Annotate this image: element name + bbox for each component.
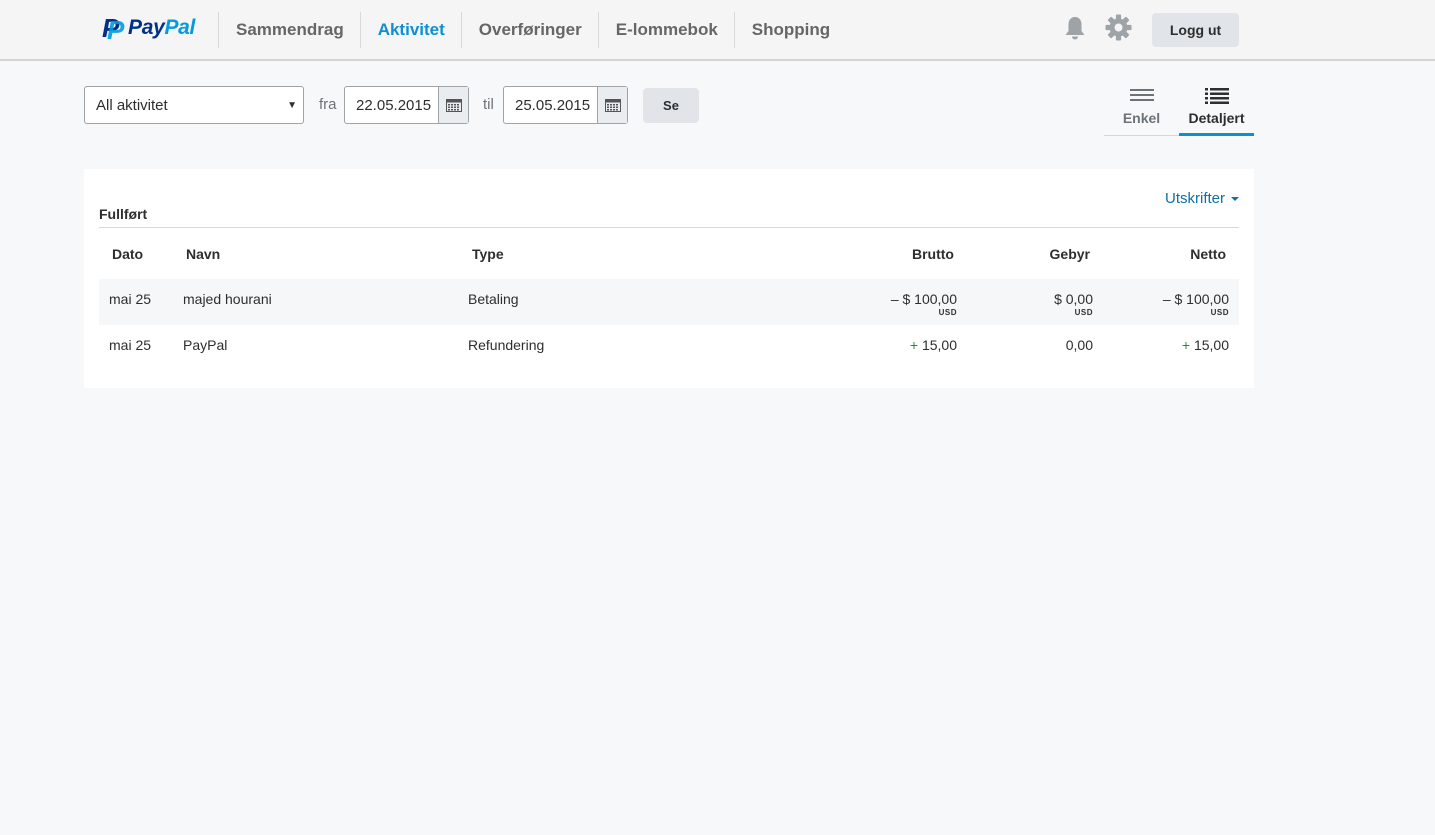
divider (99, 227, 1239, 228)
row-name[interactable]: PayPal (183, 337, 227, 353)
bell-icon[interactable] (1063, 15, 1087, 41)
column-header-date: Dato (112, 246, 144, 262)
tab-detailed-label: Detaljert (1188, 110, 1245, 126)
activity-type-value: All aktivitet (96, 96, 168, 114)
paypal-wordmark: PayPal (128, 16, 196, 39)
list-simple-icon (1130, 88, 1154, 104)
column-header-net: Netto (1190, 246, 1226, 262)
row-name[interactable]: majed hourani (183, 291, 272, 307)
column-header-gross: Brutto (912, 246, 954, 262)
column-header-type: Type (472, 246, 504, 262)
caret-down-icon: ▼ (287, 100, 297, 111)
from-date-value[interactable]: 22.05.2015 (345, 87, 438, 123)
row-net-currency: USD (1210, 308, 1229, 317)
nav-item-sammendrag[interactable]: Sammendrag (218, 12, 360, 48)
to-date-field[interactable]: 25.05.2015 (503, 86, 628, 124)
row-fee: 0,00 (1065, 337, 1093, 353)
from-label: fra (319, 96, 337, 113)
main-nav: Sammendrag Aktivitet Overføringer E-lomm… (218, 12, 846, 48)
tab-simple-view[interactable]: Enkel (1104, 84, 1179, 136)
row-date: mai 25 (109, 337, 152, 353)
row-gross-currency: USD (938, 308, 957, 317)
row-gross: – $ 100,00 USD (890, 291, 957, 317)
activity-type-select[interactable]: All aktivitet ▼ (84, 86, 304, 124)
print-label: Utskrifter (1165, 190, 1225, 207)
row-net: + 15,00 (1181, 337, 1229, 353)
tab-detailed-view[interactable]: Detaljert (1179, 84, 1254, 136)
top-header: P P PayPal Sammendrag Aktivitet Overføri… (0, 0, 1435, 61)
column-header-name: Navn (186, 246, 221, 262)
column-header-fee: Gebyr (1049, 246, 1090, 262)
print-dropdown[interactable]: Utskrifter (1165, 190, 1239, 207)
nav-item-aktivitet[interactable]: Aktivitet (359, 12, 461, 48)
calendar-icon[interactable] (438, 87, 468, 123)
row-fee: $ 0,00 USD (1054, 291, 1093, 317)
to-label: til (483, 96, 494, 113)
activity-card: Utskrifter Fullført Dato Navn Type Brutt… (84, 169, 1254, 388)
caret-down-icon (1231, 196, 1239, 201)
table-row[interactable]: mai 25 majed hourani Betaling – $ 100,00… (99, 279, 1239, 325)
paypal-p-mark-icon: P P (102, 13, 125, 45)
logout-button[interactable]: Logg ut (1152, 13, 1239, 47)
to-date-value[interactable]: 25.05.2015 (504, 87, 597, 123)
row-type: Refundering (468, 337, 545, 353)
paypal-logo[interactable]: P P PayPal (102, 13, 196, 45)
from-date-field[interactable]: 22.05.2015 (344, 86, 469, 124)
calendar-icon[interactable] (597, 87, 627, 123)
table-row[interactable]: mai 25 PayPal Refundering + 15,00 0,00 +… (99, 325, 1239, 371)
nav-item-shopping[interactable]: Shopping (733, 12, 846, 48)
row-net: – $ 100,00 USD (1162, 291, 1229, 317)
list-detailed-icon (1205, 88, 1229, 104)
row-type: Betaling (468, 291, 519, 307)
row-fee-currency: USD (1074, 308, 1093, 317)
nav-item-overforinger[interactable]: Overføringer (460, 12, 598, 48)
row-date: mai 25 (109, 291, 152, 307)
row-gross: + 15,00 (909, 337, 957, 353)
nav-item-e-lommebok[interactable]: E-lommebok (597, 12, 734, 48)
gear-icon[interactable] (1105, 14, 1132, 41)
view-toggle: Enkel Detaljert (1104, 84, 1254, 136)
apply-filter-button[interactable]: Se (643, 88, 699, 123)
section-title: Fullført (99, 206, 148, 222)
tab-simple-label: Enkel (1122, 110, 1161, 126)
